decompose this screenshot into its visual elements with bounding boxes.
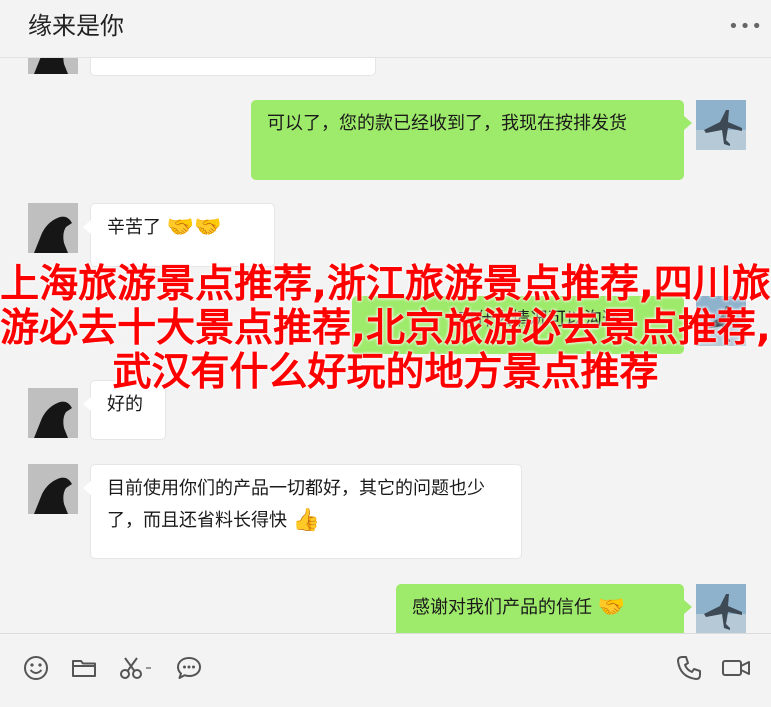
video-icon[interactable] [720, 654, 752, 682]
message-bubble: 感谢对我们产品的信任 🤝 [396, 584, 692, 633]
message-text: 有什么情况可以沟通 [458, 309, 620, 330]
message-bubble: 目前使用你们的产品一切都好，其它的问题也少了，而且还省料长得快 👍 [83, 464, 522, 559]
scissors-icon[interactable] [118, 654, 154, 682]
message-bubble: 有什么情况可以沟通 [352, 296, 692, 354]
horse-avatar[interactable] [28, 464, 78, 514]
message-bubble: 好的 [83, 380, 166, 440]
handshake-icon: 🤝🤝 [166, 215, 222, 240]
horse-avatar[interactable] [28, 388, 78, 438]
chat-bubble-icon[interactable] [175, 654, 203, 682]
message-text: 可以了，您的款已经收到了，我现在按排发货 [267, 113, 627, 134]
more-dots-icon[interactable]: ••• [728, 16, 763, 37]
jet-avatar[interactable] [696, 100, 746, 150]
input-toolbar [0, 633, 771, 707]
handshake-icon: 🤝 [597, 595, 626, 620]
message-bubble [90, 58, 376, 76]
chat-title: 缘来是你 [28, 12, 124, 40]
thumbs-up-icon: 👍 [292, 508, 321, 533]
message-text: 感谢对我们产品的信任 [412, 597, 592, 618]
emoji-icon[interactable] [22, 654, 50, 682]
message-bubble: 可以了，您的款已经收到了，我现在按排发货 [251, 100, 692, 180]
message-text: 好的 [107, 394, 143, 415]
message-bubble: 辛苦了 🤝🤝 [83, 203, 275, 267]
folder-icon[interactable] [70, 654, 98, 682]
horse-avatar[interactable] [28, 203, 78, 253]
chat-header: 缘来是你 ••• [0, 0, 771, 58]
jet-avatar[interactable] [696, 584, 746, 633]
message-text: 辛苦了 [107, 217, 161, 238]
horse-avatar[interactable] [28, 58, 78, 74]
jet-avatar[interactable] [696, 296, 746, 346]
phone-icon[interactable] [675, 654, 703, 682]
message-list[interactable]: 可以了，您的款已经收到了，我现在按排发货 辛苦了 🤝🤝 有什么情况可以沟通 好的… [0, 58, 771, 633]
